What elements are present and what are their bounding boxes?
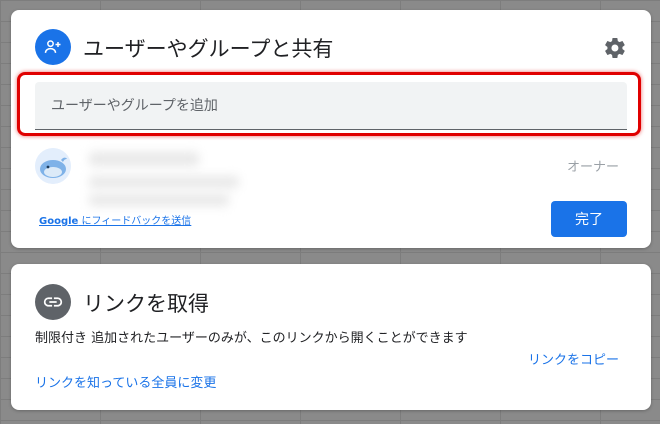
feedback-link[interactable]: Google にフィードバックを送信: [39, 212, 191, 227]
link-icon: [35, 284, 71, 320]
owner-role-label: オーナー: [566, 160, 619, 175]
share-dialog: ユーザーやグループと共有 オーナー Google にフィードバックを送信 完了: [11, 10, 651, 248]
whale-avatar: [35, 148, 71, 184]
person-add-icon: [35, 29, 71, 65]
user-info-redacted: [81, 142, 251, 214]
done-button[interactable]: 完了: [551, 201, 627, 237]
share-title: ユーザーやグループと共有: [83, 37, 334, 61]
copy-link-button[interactable]: リンクをコピー: [528, 349, 619, 368]
feedback-text: にフィードバックを送信: [78, 216, 192, 227]
change-access-link[interactable]: リンクを知っている全員に変更: [35, 372, 216, 391]
add-people-input[interactable]: [35, 82, 627, 130]
gear-icon[interactable]: [603, 36, 627, 60]
permission-description: 制限付き 追加されたユーザーのみが、このリンクから開くことができます: [35, 329, 505, 348]
link-title: リンクを取得: [83, 292, 209, 316]
permission-detail: 追加されたユーザーのみが、このリンクから開くことができます: [91, 331, 468, 346]
feedback-brand: Google: [39, 216, 79, 227]
get-link-panel: リンクを取得 制限付き 追加されたユーザーのみが、このリンクから開くことができま…: [11, 264, 651, 410]
permission-level[interactable]: 制限付き: [35, 331, 87, 346]
